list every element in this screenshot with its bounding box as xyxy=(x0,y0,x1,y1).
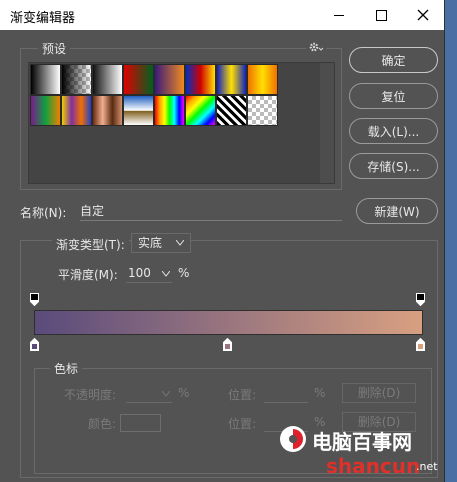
gradient-type-select[interactable]: 实底 xyxy=(131,233,191,253)
gradient-preview-bar[interactable] xyxy=(34,310,423,335)
logo-icon xyxy=(280,426,306,452)
name-field[interactable]: 自定 xyxy=(80,202,342,221)
color-stop-icon xyxy=(29,337,40,351)
maximize-button[interactable] xyxy=(360,0,402,30)
gradient-type-label: 渐变类型(T): xyxy=(52,236,129,253)
color-stop-icon xyxy=(222,337,233,351)
presets-label: 预设 xyxy=(38,40,71,57)
reset-button[interactable]: 复位 xyxy=(349,83,438,109)
preset-swatch-spectrum[interactable] xyxy=(154,95,185,126)
color-stop[interactable] xyxy=(222,337,233,351)
opacity-location-field[interactable] xyxy=(264,384,308,403)
preset-swatch-foreground-to-background[interactable] xyxy=(30,64,61,95)
smoothness-field[interactable]: 100 xyxy=(126,264,172,283)
opacity-location-unit: % xyxy=(314,386,326,400)
presets-list xyxy=(28,62,335,184)
watermark-text-tail: .net xyxy=(416,460,438,473)
preset-swatch-yellow-violet-orange-blue[interactable] xyxy=(61,95,92,126)
stops-label: 色标 xyxy=(50,360,83,377)
preset-swatch-foreground-to-transparent[interactable] xyxy=(61,64,92,95)
name-value: 自定 xyxy=(80,204,105,218)
preset-swatch-blue-yellow-blue[interactable] xyxy=(216,64,247,95)
chevron-down-icon xyxy=(162,391,170,397)
presets-scrollbar[interactable] xyxy=(320,63,334,183)
new-button[interactable]: 新建(W) xyxy=(356,198,438,224)
chevron-down-icon xyxy=(176,240,184,246)
presets-menu-button[interactable] xyxy=(306,40,326,56)
gear-icon xyxy=(309,42,324,52)
opacity-field[interactable] xyxy=(126,384,172,403)
save-button[interactable]: 存储(S)... xyxy=(349,153,438,179)
window-title: 渐变编辑器 xyxy=(10,11,76,26)
load-button[interactable]: 载入(L)... xyxy=(349,118,438,144)
preset-swatch-orange-yellow-orange[interactable] xyxy=(247,64,278,95)
preset-swatch-transparent-stripes[interactable] xyxy=(216,95,247,126)
opacity-stop-icon xyxy=(415,293,426,307)
opacity-stop-icon xyxy=(29,293,40,307)
preset-swatch-violet-green-orange[interactable] xyxy=(30,95,61,126)
ok-button[interactable]: 确定 xyxy=(349,47,438,73)
smoothness-unit: % xyxy=(178,266,190,280)
smoothness-value: 100 xyxy=(128,266,151,280)
color-stop[interactable] xyxy=(29,337,40,351)
chevron-down-icon xyxy=(162,271,170,277)
gradient-type-value: 实底 xyxy=(138,236,163,250)
watermark-text-bottom: shancun xyxy=(326,454,421,478)
preset-swatch-violet-orange[interactable] xyxy=(154,64,185,95)
opacity-unit: % xyxy=(178,386,190,400)
preset-swatch-copper[interactable] xyxy=(92,95,123,126)
gradient-editor-dialog: 渐变编辑器 预设 确定 复位 载入(L)... 存储(S)... 名称(N): … xyxy=(0,0,445,482)
smoothness-label: 平滑度(M): xyxy=(58,268,118,282)
site-watermark: 电脑百事网 shancun .net xyxy=(270,420,450,482)
title-bar: 渐变编辑器 xyxy=(0,0,444,30)
opacity-label: 不透明度: xyxy=(64,388,117,402)
color-stop-icon xyxy=(415,337,426,351)
close-button[interactable] xyxy=(402,0,444,30)
minimize-icon xyxy=(334,14,344,16)
preset-swatch-chrome[interactable] xyxy=(123,95,154,126)
color-label: 颜色: xyxy=(88,417,117,431)
watermark-text-top: 电脑百事网 xyxy=(312,430,412,454)
maximize-icon xyxy=(375,9,387,21)
opacity-delete-button[interactable]: 删除(D) xyxy=(342,383,416,403)
preset-swatch-neutral-density[interactable] xyxy=(247,95,278,126)
color-location-label: 位置: xyxy=(228,417,257,431)
opacity-stop[interactable] xyxy=(415,293,426,307)
close-icon xyxy=(417,9,429,21)
minimize-button[interactable] xyxy=(318,0,360,30)
preset-swatch-blue-red-yellow[interactable] xyxy=(185,64,216,95)
preset-swatch-red-green[interactable] xyxy=(123,64,154,95)
color-swatch[interactable] xyxy=(120,414,161,432)
preset-swatch-transparent-rainbow[interactable] xyxy=(185,95,216,126)
preset-swatch-black-white[interactable] xyxy=(92,64,123,95)
opacity-stop[interactable] xyxy=(29,293,40,307)
opacity-location-label: 位置: xyxy=(228,388,257,402)
name-label: 名称(N): xyxy=(20,206,67,220)
color-stop[interactable] xyxy=(415,337,426,351)
